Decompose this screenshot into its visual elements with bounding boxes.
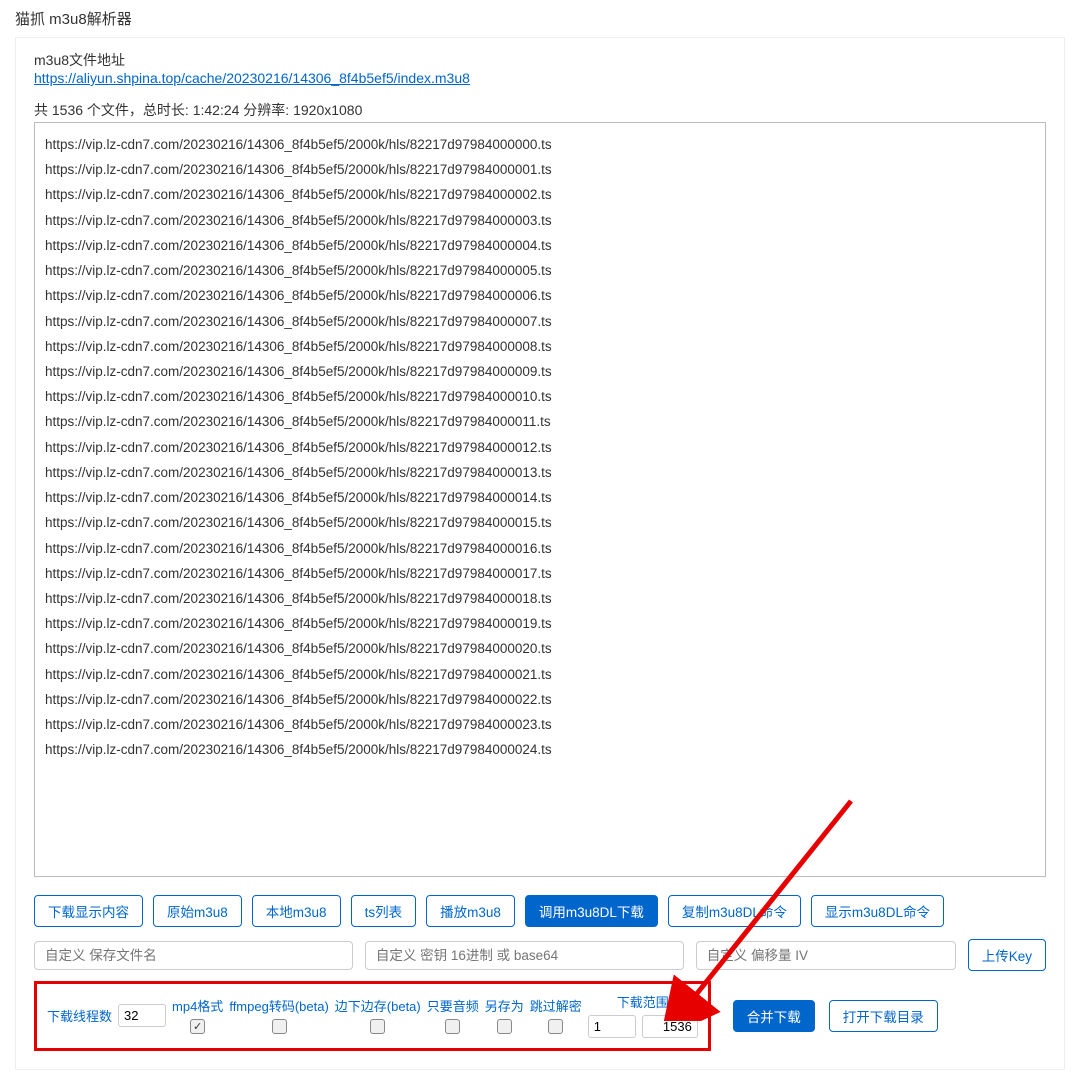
- play-m3u8-button[interactable]: 播放m3u8: [426, 895, 515, 927]
- download-display-button[interactable]: 下载显示内容: [34, 895, 143, 927]
- ts-file-row[interactable]: https://vip.lz-cdn7.com/20230216/14306_8…: [45, 237, 1035, 255]
- upload-key-button[interactable]: 上传Key: [968, 939, 1046, 971]
- raw-m3u8-button[interactable]: 原始m3u8: [153, 895, 242, 927]
- local-m3u8-button[interactable]: 本地m3u8: [252, 895, 341, 927]
- only-audio-label: 只要音频: [427, 996, 479, 1015]
- ts-file-row[interactable]: https://vip.lz-cdn7.com/20230216/14306_8…: [45, 186, 1035, 204]
- main-panel: m3u8文件地址 https://aliyun.shpina.top/cache…: [15, 37, 1065, 1070]
- ts-file-list[interactable]: https://vip.lz-cdn7.com/20230216/14306_8…: [34, 122, 1046, 877]
- merge-download-button[interactable]: 合并下载: [733, 1000, 815, 1032]
- highlighted-options-box: 下载线程数 mp4格式 ffmpeg转码(beta) 边下边存(beta) 只要…: [34, 981, 711, 1051]
- show-m3u8dl-button[interactable]: 显示m3u8DL命令: [811, 895, 944, 927]
- ts-file-row[interactable]: https://vip.lz-cdn7.com/20230216/14306_8…: [45, 565, 1035, 583]
- ts-file-row[interactable]: https://vip.lz-cdn7.com/20230216/14306_8…: [45, 514, 1035, 532]
- ts-file-row[interactable]: https://vip.lz-cdn7.com/20230216/14306_8…: [45, 741, 1035, 759]
- file-summary: 共 1536 个文件，总时长: 1:42:24 分辨率: 1920x1080: [34, 100, 1046, 120]
- copy-m3u8dl-button[interactable]: 复制m3u8DL命令: [668, 895, 801, 927]
- ts-file-row[interactable]: https://vip.lz-cdn7.com/20230216/14306_8…: [45, 691, 1035, 709]
- custom-inputs-row: 上传Key: [34, 939, 1046, 971]
- custom-filename-input[interactable]: [34, 941, 353, 970]
- mp4-format-checkbox[interactable]: [190, 1019, 205, 1034]
- ts-file-row[interactable]: https://vip.lz-cdn7.com/20230216/14306_8…: [45, 615, 1035, 633]
- ts-file-row[interactable]: https://vip.lz-cdn7.com/20230216/14306_8…: [45, 464, 1035, 482]
- skip-decrypt-checkbox[interactable]: [548, 1019, 563, 1034]
- options-bar: 下载线程数 mp4格式 ffmpeg转码(beta) 边下边存(beta) 只要…: [34, 981, 1046, 1051]
- thread-count-input[interactable]: [118, 1004, 166, 1027]
- mp4-format-label: mp4格式: [172, 996, 223, 1015]
- ts-file-row[interactable]: https://vip.lz-cdn7.com/20230216/14306_8…: [45, 716, 1035, 734]
- download-save-beta-label: 边下边存(beta): [335, 996, 421, 1015]
- thread-count-label: 下载线程数: [47, 1006, 112, 1025]
- ts-file-row[interactable]: https://vip.lz-cdn7.com/20230216/14306_8…: [45, 338, 1035, 356]
- ts-file-row[interactable]: https://vip.lz-cdn7.com/20230216/14306_8…: [45, 439, 1035, 457]
- ts-file-row[interactable]: https://vip.lz-cdn7.com/20230216/14306_8…: [45, 262, 1035, 280]
- ts-file-row[interactable]: https://vip.lz-cdn7.com/20230216/14306_8…: [45, 388, 1035, 406]
- range-label: 下载范围: [617, 992, 669, 1011]
- save-as-checkbox[interactable]: [497, 1019, 512, 1034]
- ts-file-row[interactable]: https://vip.lz-cdn7.com/20230216/14306_8…: [45, 590, 1035, 608]
- range-end-input[interactable]: [642, 1015, 698, 1038]
- ts-file-row[interactable]: https://vip.lz-cdn7.com/20230216/14306_8…: [45, 666, 1035, 684]
- call-m3u8dl-button[interactable]: 调用m3u8DL下载: [525, 895, 658, 927]
- ffmpeg-beta-checkbox[interactable]: [272, 1019, 287, 1034]
- ts-file-row[interactable]: https://vip.lz-cdn7.com/20230216/14306_8…: [45, 313, 1035, 331]
- ts-file-row[interactable]: https://vip.lz-cdn7.com/20230216/14306_8…: [45, 161, 1035, 179]
- action-button-row: 下载显示内容 原始m3u8 本地m3u8 ts列表 播放m3u8 调用m3u8D…: [34, 895, 1046, 927]
- ts-file-row[interactable]: https://vip.lz-cdn7.com/20230216/14306_8…: [45, 489, 1035, 507]
- file-address-link[interactable]: https://aliyun.shpina.top/cache/20230216…: [34, 70, 470, 86]
- ts-list-button[interactable]: ts列表: [351, 895, 417, 927]
- ts-file-row[interactable]: https://vip.lz-cdn7.com/20230216/14306_8…: [45, 212, 1035, 230]
- app-title: 猫抓 m3u8解析器: [0, 0, 1080, 37]
- save-as-label: 另存为: [485, 996, 524, 1015]
- ts-file-row[interactable]: https://vip.lz-cdn7.com/20230216/14306_8…: [45, 363, 1035, 381]
- ts-file-row[interactable]: https://vip.lz-cdn7.com/20230216/14306_8…: [45, 413, 1035, 431]
- range-start-input[interactable]: [588, 1015, 636, 1038]
- skip-decrypt-label: 跳过解密: [530, 996, 582, 1015]
- open-download-dir-button[interactable]: 打开下载目录: [829, 1000, 938, 1032]
- ts-file-row[interactable]: https://vip.lz-cdn7.com/20230216/14306_8…: [45, 287, 1035, 305]
- download-save-beta-checkbox[interactable]: [370, 1019, 385, 1034]
- file-address-label: m3u8文件地址: [34, 50, 1046, 70]
- ts-file-row[interactable]: https://vip.lz-cdn7.com/20230216/14306_8…: [45, 136, 1035, 154]
- custom-key-input[interactable]: [365, 941, 684, 970]
- ffmpeg-beta-label: ffmpeg转码(beta): [229, 996, 328, 1015]
- only-audio-checkbox[interactable]: [445, 1019, 460, 1034]
- custom-iv-input[interactable]: [696, 941, 956, 970]
- ts-file-row[interactable]: https://vip.lz-cdn7.com/20230216/14306_8…: [45, 540, 1035, 558]
- ts-file-row[interactable]: https://vip.lz-cdn7.com/20230216/14306_8…: [45, 640, 1035, 658]
